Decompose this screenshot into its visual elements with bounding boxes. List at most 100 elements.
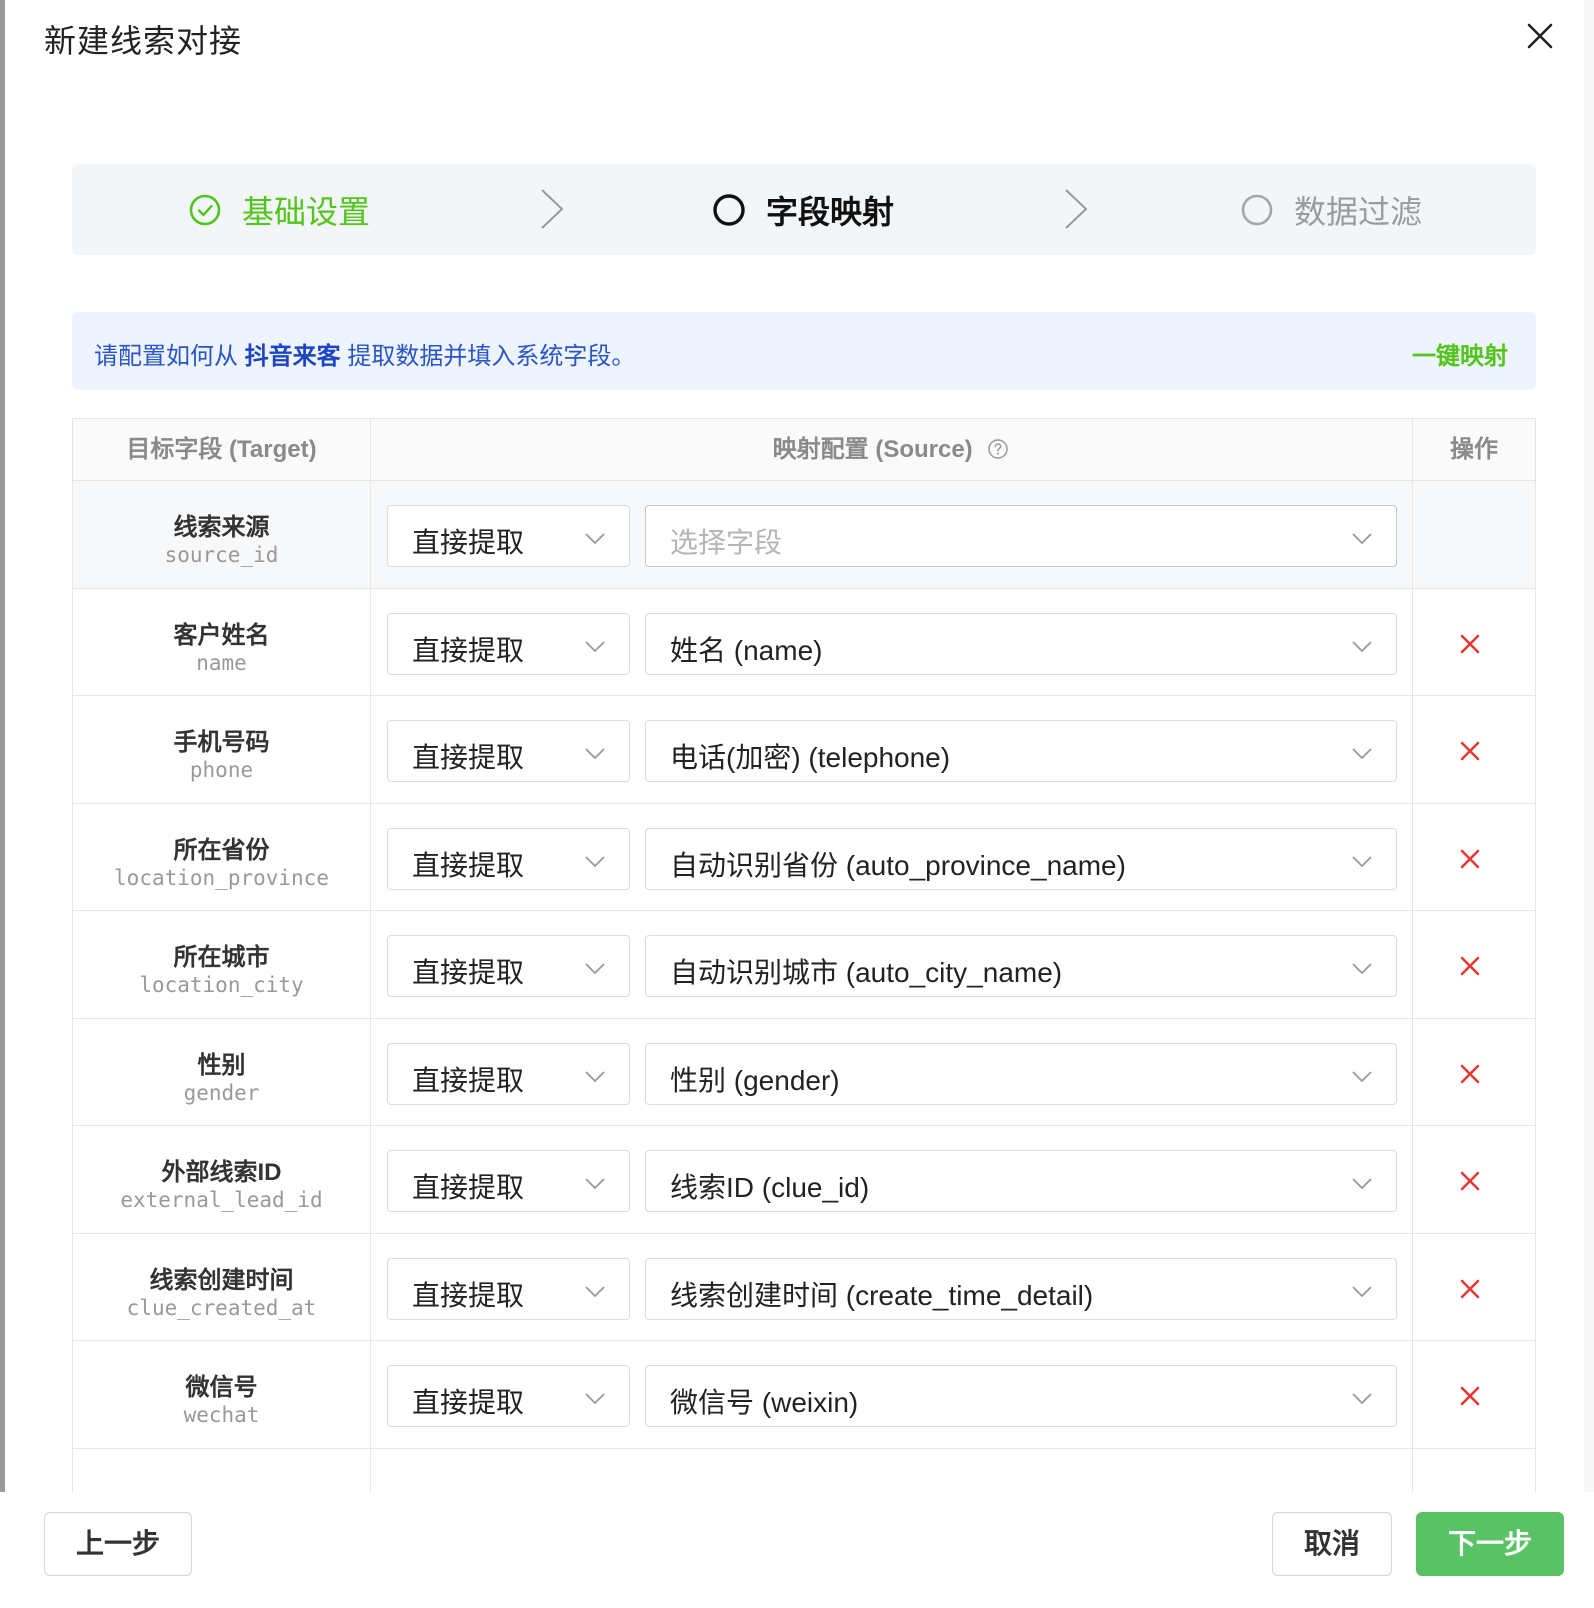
mapping-mode-select[interactable]: 直接提取 [387, 1150, 630, 1212]
mapping-mode-select[interactable]: 直接提取 [387, 505, 630, 567]
target-field-key: external_lead_id [120, 1188, 323, 1212]
table-row: 性别 gender 直接提取 性别 (gender) [73, 1019, 1535, 1126]
source-field-select[interactable]: 线索创建时间 (create_time_detail) [645, 1257, 1397, 1320]
source-field-value: 电话(加密) (telephone) [670, 742, 951, 773]
target-field-cell: 外部线索ID external_lead_id [73, 1126, 370, 1236]
source-field-select[interactable]: 性别 (gender) [645, 1042, 1397, 1105]
chevron-down-icon [585, 640, 605, 652]
delete-row-button[interactable] [1457, 1276, 1483, 1302]
next-step-button[interactable]: 下一步 [1416, 1512, 1564, 1576]
close-button[interactable] [1520, 16, 1560, 56]
mapping-mode-select[interactable]: 直接提取 [387, 935, 630, 997]
chevron-down-icon [1352, 1178, 1372, 1190]
delete-row-button[interactable] [1457, 1061, 1483, 1087]
mapping-mode-select[interactable]: 直接提取 [387, 1365, 630, 1427]
mapping-mode-select[interactable]: 直接提取 [387, 720, 630, 782]
target-field-label: 客户姓名 [173, 621, 270, 649]
source-field-select[interactable]: 选择字段 [645, 505, 1397, 567]
target-field-cell: 所在省份 location_province [73, 804, 370, 914]
mapping-mode-select[interactable]: 直接提取 [387, 1257, 630, 1320]
delete-x-icon [1460, 634, 1480, 653]
delete-row-button[interactable] [1457, 631, 1483, 657]
mapping-mode-value: 直接提取 [412, 1172, 525, 1203]
target-field-label: 所在城市 [173, 944, 270, 971]
header-target: 目标字段 (Target) [126, 436, 317, 463]
delete-x-icon [1460, 956, 1480, 976]
source-field-select[interactable]: 姓名 (name) [645, 612, 1397, 675]
chevron-down-icon [1352, 1070, 1372, 1082]
target-field-label: 微信号 [185, 1374, 258, 1401]
target-field-key: clue_created_at [126, 1295, 317, 1320]
mapping-mode-select[interactable]: 直接提取 [387, 1042, 630, 1105]
mapping-mode-select[interactable]: 直接提取 [387, 827, 630, 890]
dialog-footer: 上一步 取消 下一步 [0, 1492, 1594, 1608]
circle-current-icon [713, 193, 745, 226]
target-field-label: 所在省份 [173, 836, 270, 864]
close-icon [1527, 23, 1553, 49]
mapping-mode-select[interactable]: 直接提取 [387, 612, 630, 675]
mapping-mode-value: 直接提取 [412, 1387, 525, 1418]
target-field-cell: 手机号码 phone [73, 696, 370, 806]
info-banner: 请配置如何从 抖音来客 提取数据并填入系统字段。 一键映射 [72, 312, 1536, 390]
source-field-select[interactable]: 微信号 (weixin) [645, 1365, 1397, 1427]
target-field-key: phone [189, 758, 254, 782]
cancel-button[interactable]: 取消 [1272, 1512, 1392, 1576]
header-source-label: 映射配置 (Source) [772, 436, 973, 463]
delete-row-button[interactable] [1457, 846, 1483, 872]
target-field-cell: 线索创建时间 clue_created_at [73, 1234, 370, 1344]
header-source: 映射配置 (Source) [370, 419, 1412, 481]
target-field-cell: 所在城市 location_city [73, 911, 370, 1021]
chevron-down-icon [585, 963, 605, 975]
prev-step-button[interactable]: 上一步 [44, 1512, 192, 1576]
delete-row-button[interactable] [1457, 1168, 1483, 1194]
chevron-down-icon [585, 533, 605, 545]
mapping-mode-value: 直接提取 [412, 527, 525, 558]
table-row: 外部线索ID external_lead_id 直接提取 线索ID (clue_id) [73, 1126, 1535, 1236]
source-field-value: 线索ID (clue_id) [670, 1172, 870, 1203]
column-divider [370, 419, 371, 1492]
source-field-select[interactable]: 自动识别城市 (auto_city_name) [645, 935, 1397, 997]
delete-x-icon [1460, 1279, 1480, 1298]
step-label: 字段映射 [766, 193, 895, 230]
circle-waiting-icon [1241, 194, 1273, 225]
mapping-mode-value: 直接提取 [412, 1064, 525, 1096]
mapping-mode-value: 直接提取 [412, 957, 525, 988]
step-basic-settings[interactable]: 基础设置 [188, 164, 370, 255]
mapping-mode-value: 直接提取 [412, 1279, 525, 1311]
check-circle-icon [189, 194, 221, 225]
delete-x-icon [1460, 1171, 1480, 1191]
source-field-select[interactable]: 自动识别省份 (auto_province_name) [645, 827, 1397, 890]
target-field-label: 线索来源 [173, 514, 270, 541]
step-field-mapping[interactable]: 字段映射 [712, 164, 894, 255]
source-field-value: 性别 (gender) [670, 1064, 840, 1096]
delete-row-button[interactable] [1457, 1383, 1483, 1409]
delete-row-button[interactable] [1457, 953, 1483, 979]
target-field-label: 外部线索ID [161, 1159, 282, 1186]
delete-row-button[interactable] [1457, 738, 1483, 764]
source-field-select[interactable]: 电话(加密) (telephone) [645, 720, 1397, 782]
chevron-down-icon [1352, 533, 1372, 545]
source-field-value: 微信号 (weixin) [670, 1387, 859, 1418]
table-row: 手机号码 phone 直接提取 电话(加密) (telephone) [73, 696, 1535, 806]
target-field-key: location_province [114, 865, 329, 890]
source-field-value: 线索创建时间 (create_time_detail) [670, 1279, 1094, 1311]
source-field-select[interactable]: 线索ID (clue_id) [645, 1150, 1397, 1212]
question-circle-icon[interactable] [987, 438, 1009, 460]
table-row-partial [73, 1449, 1535, 1493]
table-header: 目标字段 (Target) 映射配置 (Source) 操作 [73, 419, 1535, 481]
chevron-right-icon [541, 189, 564, 229]
step-label: 基础设置 [242, 193, 371, 230]
target-field-key: wechat [183, 1403, 260, 1427]
banner-prefix: 请配置如何从 [94, 343, 238, 370]
window-edge-right [1584, 0, 1594, 1608]
table-row: 线索来源 source_id 直接提取 选择字段 [73, 481, 1535, 589]
header-operation: 操作 [1450, 436, 1498, 463]
one-click-map-button[interactable]: 一键映射 [1412, 336, 1508, 371]
step-data-filter[interactable]: 数据过滤 [1240, 164, 1422, 255]
target-field-key: gender [183, 1080, 260, 1105]
chevron-down-icon [585, 855, 605, 867]
banner-suffix: 提取数据并填入系统字段。 [347, 343, 636, 370]
table-row: 客户姓名 name 直接提取 姓名 (name) [73, 589, 1535, 696]
step-label: 数据过滤 [1294, 193, 1423, 230]
delete-x-icon [1460, 741, 1480, 761]
